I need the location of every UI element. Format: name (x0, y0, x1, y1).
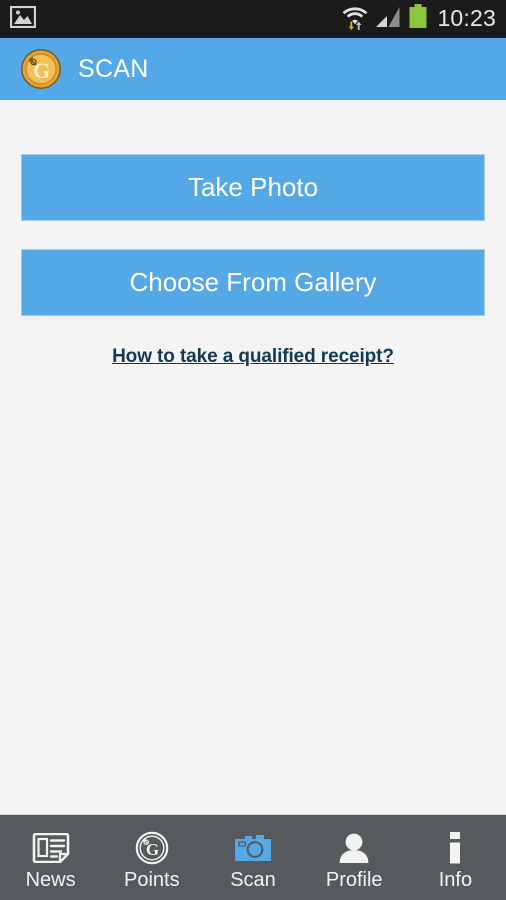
gold-coin-g-logo: G (20, 48, 62, 90)
newspaper-icon (32, 830, 70, 866)
take-photo-button[interactable]: Take Photo (21, 154, 485, 221)
nav-label-scan: Scan (230, 868, 276, 891)
nav-label-news: News (25, 868, 76, 891)
nav-item-points[interactable]: G Points (101, 815, 202, 900)
status-bar-clock: 10:23 (437, 4, 496, 31)
main-content: Take Photo Choose From Gallery How to ta… (0, 100, 506, 814)
app-header: G SCAN (0, 38, 506, 100)
choose-from-gallery-button[interactable]: Choose From Gallery (21, 249, 485, 316)
status-bar-right-icons: 10:23 (342, 4, 496, 35)
cellular-signal-icon (375, 5, 401, 34)
nav-item-scan[interactable]: Scan (202, 815, 303, 900)
app-root: 10:23 G SCAN Take Photo Choose From Gall… (0, 0, 506, 900)
status-bar-left-icons (9, 5, 37, 33)
bottom-navigation-bar: News G Points Scan Profile Info (0, 814, 506, 900)
wifi-transfer-icon (342, 4, 368, 35)
nav-label-profile: Profile (325, 868, 383, 891)
person-icon (337, 830, 371, 866)
nav-label-info: Info (438, 868, 473, 891)
status-bar: 10:23 (0, 0, 506, 38)
battery-icon (408, 4, 428, 34)
how-to-qualified-receipt-link[interactable]: How to take a qualified receipt? (0, 346, 506, 368)
info-icon (446, 830, 464, 866)
camera-icon (234, 830, 272, 866)
nav-label-points: Points (124, 868, 180, 891)
nav-item-profile[interactable]: Profile (304, 815, 405, 900)
coin-g-icon: G (135, 830, 169, 866)
page-title: SCAN (78, 54, 149, 83)
nav-item-news[interactable]: News (0, 815, 101, 900)
nav-item-info[interactable]: Info (405, 815, 506, 900)
gallery-image-icon (9, 5, 37, 33)
